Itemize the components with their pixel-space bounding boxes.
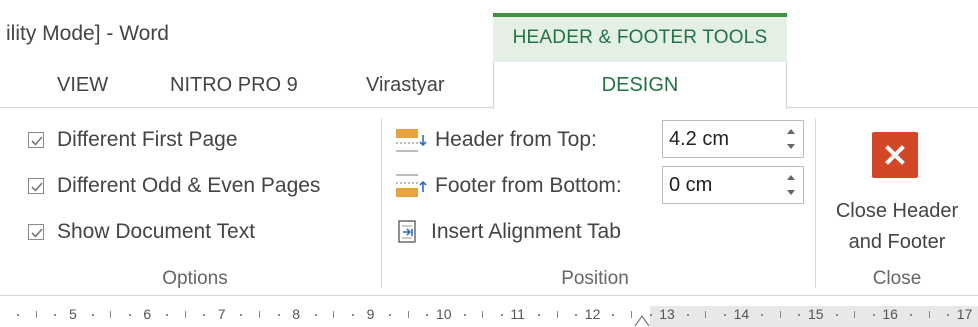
checkbox-label: Show Document Text xyxy=(57,220,256,243)
ruler-tick xyxy=(184,311,186,318)
ruler-tick xyxy=(631,311,632,318)
ruler-tick xyxy=(556,311,558,318)
ruler-dot xyxy=(500,314,503,316)
checkbox-box xyxy=(28,132,44,148)
ruler-dot xyxy=(575,314,578,316)
ruler-number: 9 xyxy=(366,306,375,322)
ruler-tick xyxy=(928,311,930,318)
footer-from-bottom-value[interactable]: 0 cm xyxy=(669,174,712,197)
checkbox-box xyxy=(28,178,44,194)
contextual-group-label: HEADER & FOOTER TOOLS xyxy=(512,27,768,48)
header-from-top-icon xyxy=(395,127,429,153)
insert-alignment-tab-icon xyxy=(395,219,425,245)
footer-from-bottom-spinner[interactable]: 0 cm xyxy=(662,166,804,204)
ruler-dot xyxy=(872,314,875,316)
ruler-dot xyxy=(128,314,131,316)
ruler-dot xyxy=(947,314,950,316)
ruler-number: 14 xyxy=(733,306,750,322)
header-from-top-control: Header from Top: xyxy=(395,123,597,157)
ruler-dot xyxy=(910,314,912,316)
header-footer-tools-group: HEADER & FOOTER TOOLS xyxy=(493,13,787,62)
footer-from-bottom-icon xyxy=(395,173,429,199)
tab-design-label: DESIGN xyxy=(601,74,679,96)
ruler-tick xyxy=(779,311,781,318)
ruler-number: 11 xyxy=(510,306,525,322)
ruler-dot xyxy=(277,314,280,316)
ruler-dot xyxy=(203,314,206,316)
ruler-dot xyxy=(761,314,764,316)
checkbox-box xyxy=(28,224,44,240)
ruler-tick xyxy=(854,311,856,318)
show-document-text-checkbox[interactable]: Show Document Text xyxy=(28,218,255,246)
insert-alignment-tab-button[interactable]: Insert Alignment Tab xyxy=(395,215,621,249)
ruler-dot xyxy=(389,314,392,316)
ruler-tick xyxy=(259,311,260,318)
tab-nitro-pro[interactable]: NITRO PRO 9 xyxy=(170,74,298,97)
ruler-dot xyxy=(166,314,168,316)
ruler-dot xyxy=(240,314,243,316)
ruler-dot xyxy=(724,314,726,316)
insert-alignment-tab-label: Insert Alignment Tab xyxy=(431,220,621,243)
ruler-number: 12 xyxy=(584,306,601,322)
ruler-dot xyxy=(686,314,689,316)
header-from-top-label: Header from Top: xyxy=(435,128,597,151)
close-header-footer-button[interactable]: Close Header and Footer xyxy=(820,196,974,258)
ruler-number: 16 xyxy=(882,306,898,322)
ruler-dot xyxy=(798,314,801,316)
checkbox-label: Different Odd & Even Pages xyxy=(57,174,321,197)
ruler-tick xyxy=(407,311,409,318)
spinner-arrows-icon[interactable] xyxy=(785,125,797,153)
ruler-number: 8 xyxy=(292,306,300,322)
options-group-label: Options xyxy=(162,268,228,289)
tab-view[interactable]: VIEW xyxy=(57,74,108,97)
indent-marker-icon[interactable] xyxy=(634,312,650,327)
ruler-dot xyxy=(352,314,354,316)
ruler-tick xyxy=(35,311,37,318)
ruler-number: 13 xyxy=(659,306,675,322)
different-first-page-checkbox[interactable]: Different First Page xyxy=(28,126,238,154)
ribbon-tab-row: VIEW NITRO PRO 9 Virastyar xyxy=(0,62,978,108)
different-odd-even-pages-checkbox[interactable]: Different Odd & Even Pages xyxy=(28,172,320,200)
header-from-top-value[interactable]: 4.2 cm xyxy=(669,128,729,151)
close-button-label-line1: Close Header xyxy=(835,200,959,222)
window-title: ility Mode] - Word xyxy=(6,22,169,45)
ruler-tick xyxy=(110,311,112,318)
tab-row-divider xyxy=(0,107,978,108)
header-from-top-spinner[interactable]: 4.2 cm xyxy=(662,120,804,158)
ruler-dot xyxy=(91,314,94,316)
ruler-number: 7 xyxy=(217,306,226,322)
ruler-number: 5 xyxy=(69,306,77,322)
footer-from-bottom-control: Footer from Bottom: xyxy=(395,169,622,203)
ruler-number: 10 xyxy=(436,306,452,322)
ruler-number: 6 xyxy=(143,306,152,322)
ruler-dot xyxy=(54,314,57,316)
tab-virastyar[interactable]: Virastyar xyxy=(366,74,445,97)
ruler-tick xyxy=(482,311,484,318)
group-separator xyxy=(381,118,382,288)
position-group-label: Position xyxy=(561,268,629,289)
tab-design[interactable]: DESIGN xyxy=(493,62,787,109)
ruler-tick xyxy=(705,311,707,318)
ruler-dot xyxy=(538,314,540,316)
footer-from-bottom-label: Footer from Bottom: xyxy=(435,174,622,197)
title-bar: ility Mode] - Word xyxy=(0,0,978,62)
ruler-tick xyxy=(333,311,335,318)
close-group-label: Close xyxy=(872,268,922,289)
checkbox-label: Different First Page xyxy=(57,128,238,151)
ruler-dot xyxy=(463,314,466,316)
ruler-dot xyxy=(314,314,317,316)
close-button-label-line2: and Footer xyxy=(848,231,946,253)
ruler-number: 15 xyxy=(808,306,824,322)
close-x-icon[interactable] xyxy=(872,132,918,178)
ruler-dot xyxy=(426,314,429,316)
ruler-dot xyxy=(612,314,615,316)
ruler-dot xyxy=(835,314,838,316)
group-separator xyxy=(815,118,816,288)
spinner-arrows-icon[interactable] xyxy=(785,171,797,199)
ruler-dot xyxy=(17,314,20,316)
ruler-number: 17 xyxy=(956,306,973,322)
